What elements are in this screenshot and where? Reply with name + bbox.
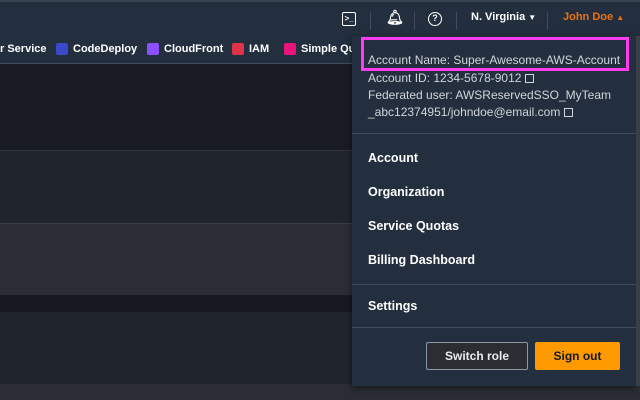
menu-item-organization[interactable]: Organization: [368, 185, 444, 199]
copy-icon[interactable]: [564, 108, 574, 117]
top-nav-bar: >_ 🔔︎ ? N. Virginia ▼ John Doe ▲: [0, 0, 640, 36]
content-panel: [0, 64, 352, 150]
user-name: John Doe: [563, 11, 614, 23]
favorite-sqs[interactable]: Simple Qu: [284, 43, 355, 55]
content-panel: [0, 150, 352, 223]
sign-out-button[interactable]: Sign out: [535, 342, 620, 370]
menu-item-service-quotas[interactable]: Service Quotas: [368, 219, 459, 233]
federated-user-cont: _abc12374951/johndoe@email.com: [368, 105, 574, 119]
region-label: N. Virginia: [471, 11, 526, 23]
menu-item-billing-dashboard[interactable]: Billing Dashboard: [368, 253, 475, 267]
caret-down-icon: ▼: [528, 13, 537, 22]
menu-item-account[interactable]: Account: [368, 151, 418, 165]
bell-icon[interactable]: 🔔︎: [386, 9, 404, 26]
account-name: Account Name: Super-Awesome-AWS-Account: [368, 53, 621, 67]
scrollbar[interactable]: [636, 36, 640, 386]
menu-item-settings[interactable]: Settings: [368, 299, 417, 313]
cloudfront-icon: [147, 43, 159, 55]
content-panel: [0, 223, 352, 295]
caret-up-icon: ▲: [616, 13, 625, 22]
favorite-codedeploy[interactable]: CodeDeploy: [56, 43, 137, 55]
iam-icon: [232, 43, 244, 55]
codedeploy-icon: [56, 43, 68, 55]
content-panel: [0, 295, 352, 312]
account-id: Account ID: 1234-5678-9012: [368, 71, 535, 85]
content-panel: [0, 312, 352, 384]
region-selector[interactable]: N. Virginia ▼: [471, 11, 536, 23]
favorite-item[interactable]: r Service: [0, 43, 46, 55]
favorite-cloudfront[interactable]: CloudFront: [147, 43, 223, 55]
federated-user: Federated user: AWSReservedSSO_MyTeam: [368, 88, 611, 102]
sqs-icon: [284, 43, 296, 55]
help-icon[interactable]: ?: [428, 12, 442, 26]
cloudshell-icon[interactable]: >_: [342, 12, 356, 26]
user-menu-button[interactable]: John Doe ▲: [563, 11, 624, 23]
user-dropdown-menu: Account Name: Super-Awesome-AWS-Account …: [352, 36, 636, 386]
favorite-iam[interactable]: IAM: [232, 43, 269, 55]
copy-icon[interactable]: [525, 74, 535, 83]
switch-role-button[interactable]: Switch role: [426, 342, 528, 370]
